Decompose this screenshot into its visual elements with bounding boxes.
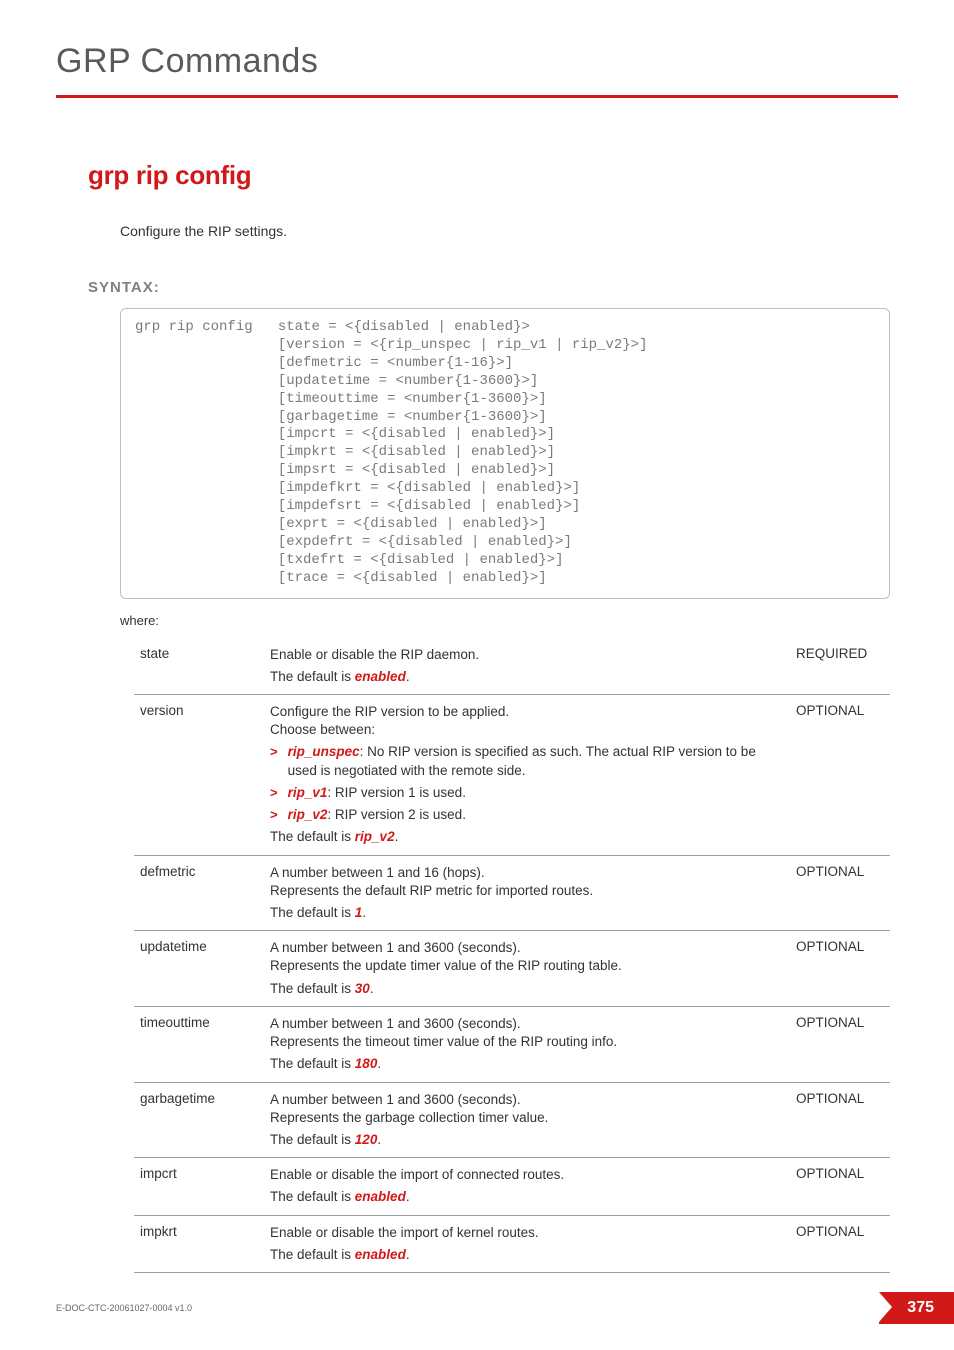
param-desc: Enable or disable the import of connecte… [264, 1158, 790, 1215]
default-line: The default is 30. [270, 980, 784, 998]
syntax-box: grp rip config state = <{disabled | enab… [120, 308, 890, 599]
param-requirement: OPTIONAL [790, 695, 890, 856]
intro-text: Configure the RIP settings. [120, 223, 898, 239]
chevron-icon: > [270, 743, 278, 761]
param-name: garbagetime [134, 1082, 264, 1158]
default-value: enabled [355, 1247, 406, 1262]
param-requirement: OPTIONAL [790, 1215, 890, 1272]
chevron-icon: > [270, 784, 278, 802]
param-row: impkrtEnable or disable the import of ke… [134, 1215, 890, 1272]
param-desc: Enable or disable the import of kernel r… [264, 1215, 790, 1272]
param-row: defmetricA number between 1 and 16 (hops… [134, 855, 890, 931]
param-requirement: OPTIONAL [790, 1082, 890, 1158]
param-row: versionConfigure the RIP version to be a… [134, 695, 890, 856]
footer: E-DOC-CTC-20061027-0004 v1.0 375 [56, 1292, 954, 1324]
footer-docid: E-DOC-CTC-20061027-0004 v1.0 [56, 1303, 192, 1313]
chapter-title: GRP Commands [56, 42, 898, 81]
syntax-label: SYNTAX: [88, 279, 898, 296]
param-row: garbagetimeA number between 1 and 3600 (… [134, 1082, 890, 1158]
param-requirement: OPTIONAL [790, 855, 890, 931]
param-row: timeouttimeA number between 1 and 3600 (… [134, 1006, 890, 1082]
param-requirement: OPTIONAL [790, 1158, 890, 1215]
default-value: 30 [355, 981, 370, 996]
param-requirement: OPTIONAL [790, 931, 890, 1007]
param-row: stateEnable or disable the RIP daemon.Th… [134, 638, 890, 695]
param-desc: A number between 1 and 3600 (seconds).Re… [264, 1082, 790, 1158]
default-line: The default is enabled. [270, 1246, 784, 1264]
default-line: The default is rip_v2. [270, 828, 784, 846]
param-name: state [134, 638, 264, 695]
section-title: grp rip config [88, 160, 898, 191]
where-label: where: [120, 613, 898, 628]
bullet-term: rip_v2 [288, 807, 328, 822]
param-row: updatetimeA number between 1 and 3600 (s… [134, 931, 890, 1007]
default-value: 180 [355, 1056, 378, 1071]
syntax-cmd: grp rip config [135, 319, 253, 335]
bullet-row: > rip_v2: RIP version 2 is used. [270, 806, 784, 824]
bullet-row: > rip_v1: RIP version 1 is used. [270, 784, 784, 802]
param-desc: Configure the RIP version to be applied.… [264, 695, 790, 856]
page-number: 375 [879, 1292, 954, 1324]
param-name: impcrt [134, 1158, 264, 1215]
bullet-row: > rip_unspec: No RIP version is specified… [270, 743, 784, 779]
default-value: 120 [355, 1132, 378, 1147]
param-name: timeouttime [134, 1006, 264, 1082]
bullet-text: rip_unspec: No RIP version is specified … [288, 743, 784, 779]
default-line: The default is enabled. [270, 668, 784, 686]
default-line: The default is enabled. [270, 1188, 784, 1206]
syntax-args: state = <{disabled | enabled}> [version … [135, 319, 647, 586]
default-line: The default is 120. [270, 1131, 784, 1149]
default-line: The default is 180. [270, 1055, 784, 1073]
param-name: version [134, 695, 264, 856]
chevron-icon: > [270, 806, 278, 824]
default-value: 1 [355, 905, 363, 920]
param-desc: A number between 1 and 16 (hops).Represe… [264, 855, 790, 931]
param-name: updatetime [134, 931, 264, 1007]
default-value: rip_v2 [355, 829, 395, 844]
bullet-text: rip_v2: RIP version 2 is used. [288, 806, 784, 824]
param-name: defmetric [134, 855, 264, 931]
param-requirement: OPTIONAL [790, 1006, 890, 1082]
param-row: impcrtEnable or disable the import of co… [134, 1158, 890, 1215]
param-desc: A number between 1 and 3600 (seconds).Re… [264, 931, 790, 1007]
default-value: enabled [355, 1189, 406, 1204]
param-desc: A number between 1 and 3600 (seconds).Re… [264, 1006, 790, 1082]
bullet-text: rip_v1: RIP version 1 is used. [288, 784, 784, 802]
params-table: stateEnable or disable the RIP daemon.Th… [134, 638, 890, 1273]
red-underline [56, 95, 898, 98]
bullet-term: rip_unspec [288, 744, 360, 759]
param-name: impkrt [134, 1215, 264, 1272]
param-desc: Enable or disable the RIP daemon.The def… [264, 638, 790, 695]
default-line: The default is 1. [270, 904, 784, 922]
bullet-term: rip_v1 [288, 785, 328, 800]
default-value: enabled [355, 669, 406, 684]
param-requirement: REQUIRED [790, 638, 890, 695]
